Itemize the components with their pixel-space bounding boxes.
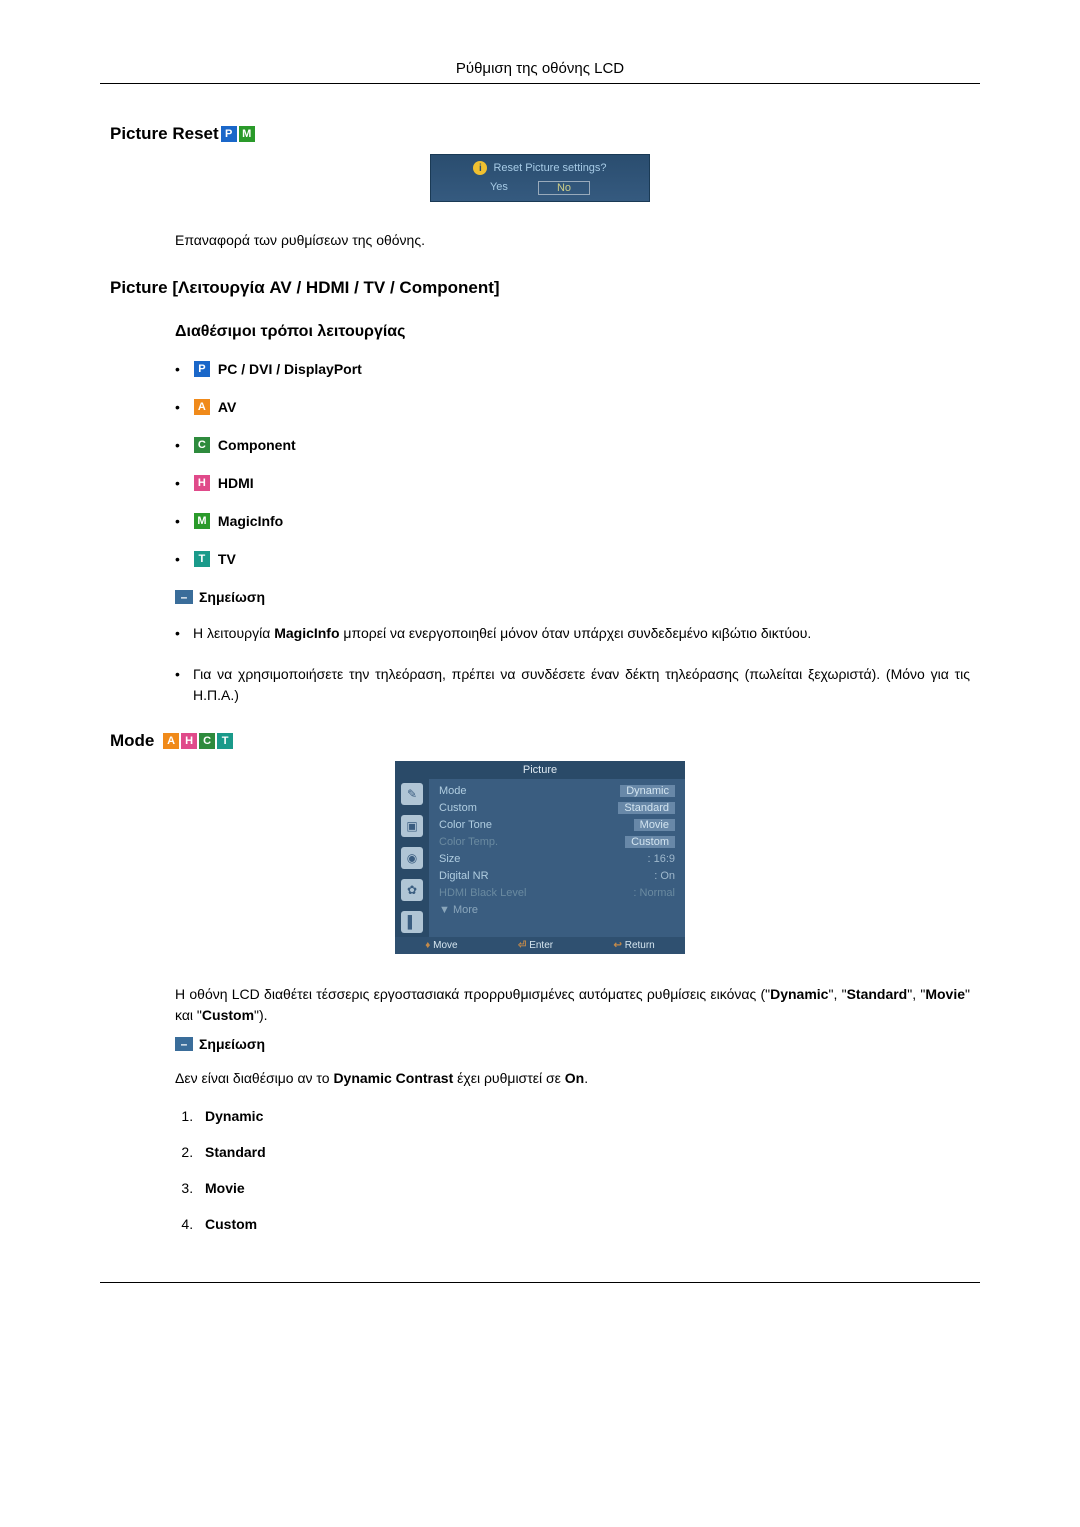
osd-r7-label: HDMI Black Level bbox=[439, 887, 526, 899]
mode-magicinfo: M MagicInfo bbox=[175, 513, 970, 529]
p-icon: P bbox=[221, 126, 237, 142]
osd-footer: ♦ Move ⏎ Enter ↩ Return bbox=[395, 937, 685, 954]
osd-footer-enter: Enter bbox=[529, 940, 553, 951]
mode-magicinfo-label: MagicInfo bbox=[218, 513, 283, 529]
h-icon: H bbox=[194, 475, 210, 491]
mode-title-text: Mode bbox=[110, 731, 154, 751]
osd-r2-label: Custom bbox=[439, 802, 477, 814]
mode-av: A AV bbox=[175, 399, 970, 415]
a-icon: A bbox=[163, 733, 179, 749]
picture-reset-heading: Picture Reset P M bbox=[110, 124, 980, 144]
osd-r6-value: On bbox=[660, 870, 675, 882]
note-label-text: Σημείωση bbox=[199, 589, 265, 605]
available-modes-heading: Διαθέσιμοι τρόποι λειτουργίας bbox=[175, 323, 970, 341]
osd-r5-label: Size bbox=[439, 853, 460, 865]
note-icon: – bbox=[175, 590, 193, 604]
mode-opt-2: Standard bbox=[197, 1144, 970, 1160]
mode-hdmi-label: HDMI bbox=[218, 475, 254, 491]
a-icon: A bbox=[194, 399, 210, 415]
m-icon: M bbox=[239, 126, 255, 142]
osd-icon-2: ▣ bbox=[401, 815, 423, 837]
modes-list: P PC / DVI / DisplayPort A AV C Component H… bbox=[175, 361, 970, 567]
note-1: Η λειτουργία MagicInfo μπορεί να ενεργοπ… bbox=[175, 623, 970, 644]
osd-r3-label: Color Tone bbox=[439, 819, 492, 831]
note-icon: – bbox=[175, 1037, 193, 1051]
t-icon: T bbox=[194, 551, 210, 567]
osd-footer-move: Move bbox=[433, 940, 457, 951]
picture-av-heading: Picture [Λειτουργία AV / HDMI / TV / Com… bbox=[110, 278, 980, 298]
divider-bottom bbox=[100, 1282, 980, 1283]
mode-hdmi: H HDMI bbox=[175, 475, 970, 491]
osd-icon-3: ◉ bbox=[401, 847, 423, 869]
c-icon: C bbox=[199, 733, 215, 749]
mode-av-label: AV bbox=[218, 399, 236, 415]
divider-top bbox=[100, 83, 980, 84]
osd-footer-return: Return bbox=[625, 940, 655, 951]
osd-more[interactable]: ▼ More bbox=[439, 904, 675, 916]
mode-heading: Mode A H C T bbox=[110, 731, 980, 751]
mode-pc-label: PC / DVI / DisplayPort bbox=[218, 361, 362, 377]
mode-opt-4: Custom bbox=[197, 1216, 970, 1232]
reset-dialog: i Reset Picture settings? Yes No bbox=[430, 154, 650, 202]
osd-r6-label: Digital NR bbox=[439, 870, 489, 882]
m-icon: M bbox=[194, 513, 210, 529]
t-icon: T bbox=[217, 733, 233, 749]
mode-pc: P PC / DVI / DisplayPort bbox=[175, 361, 970, 377]
mode-desc: Η οθόνη LCD διαθέτει τέσσερις εργοστασια… bbox=[175, 984, 970, 1026]
reset-yes-button[interactable]: Yes bbox=[490, 181, 508, 195]
mode-component-label: Component bbox=[218, 437, 296, 453]
osd-r2-value[interactable]: Standard bbox=[618, 802, 675, 814]
mode-tv-label: TV bbox=[218, 551, 236, 567]
note-2: Για να χρησιμοποιήσετε την τηλεόραση, πρ… bbox=[175, 664, 970, 706]
osd-r1-value[interactable]: Dynamic bbox=[620, 785, 675, 797]
picture-reset-title-text: Picture Reset bbox=[110, 124, 219, 144]
reset-no-button[interactable]: No bbox=[538, 181, 590, 195]
page-header: Ρύθμιση της οθόνης LCD bbox=[100, 60, 980, 77]
mode-tv: T TV bbox=[175, 551, 970, 567]
mode-note-label-text: Σημείωση bbox=[199, 1036, 265, 1052]
notes-list: Η λειτουργία MagicInfo μπορεί να ενεργοπ… bbox=[175, 623, 970, 706]
mode-component: C Component bbox=[175, 437, 970, 453]
osd-title: Picture bbox=[395, 761, 685, 779]
osd-r4-value[interactable]: Custom bbox=[625, 836, 675, 848]
osd-icon-1: ✎ bbox=[401, 783, 423, 805]
osd-r3-value[interactable]: Movie bbox=[634, 819, 675, 831]
osd-r5-value: 16:9 bbox=[654, 853, 675, 865]
c-icon: C bbox=[194, 437, 210, 453]
mode-options-list: Dynamic Standard Movie Custom bbox=[175, 1108, 970, 1232]
p-icon: P bbox=[194, 361, 210, 377]
reset-dialog-message: Reset Picture settings? bbox=[493, 162, 606, 174]
mode-opt-3: Movie bbox=[197, 1180, 970, 1196]
mode-opt-1: Dynamic bbox=[197, 1108, 970, 1124]
osd-icon-5: ▌ bbox=[401, 911, 423, 933]
osd-icon-4: ✿ bbox=[401, 879, 423, 901]
mode-note-label: – Σημείωση bbox=[175, 1036, 970, 1052]
osd-r1-label: Mode bbox=[439, 785, 467, 797]
osd-r4-label: Color Temp. bbox=[439, 836, 498, 848]
picture-reset-desc: Επαναφορά των ρυθμίσεων της οθόνης. bbox=[175, 232, 970, 248]
note-label: – Σημείωση bbox=[175, 589, 970, 605]
osd-r7-value: Normal bbox=[640, 887, 675, 899]
osd-picture-menu: Picture ✎ ▣ ◉ ✿ ▌ Mode Dynamic Custom Stan… bbox=[395, 761, 685, 954]
h-icon: H bbox=[181, 733, 197, 749]
osd-sidebar: ✎ ▣ ◉ ✿ ▌ bbox=[395, 779, 429, 937]
mode-note-desc: Δεν είναι διαθέσιμο αν το Dynamic Contra… bbox=[175, 1070, 970, 1086]
info-icon: i bbox=[473, 161, 487, 175]
